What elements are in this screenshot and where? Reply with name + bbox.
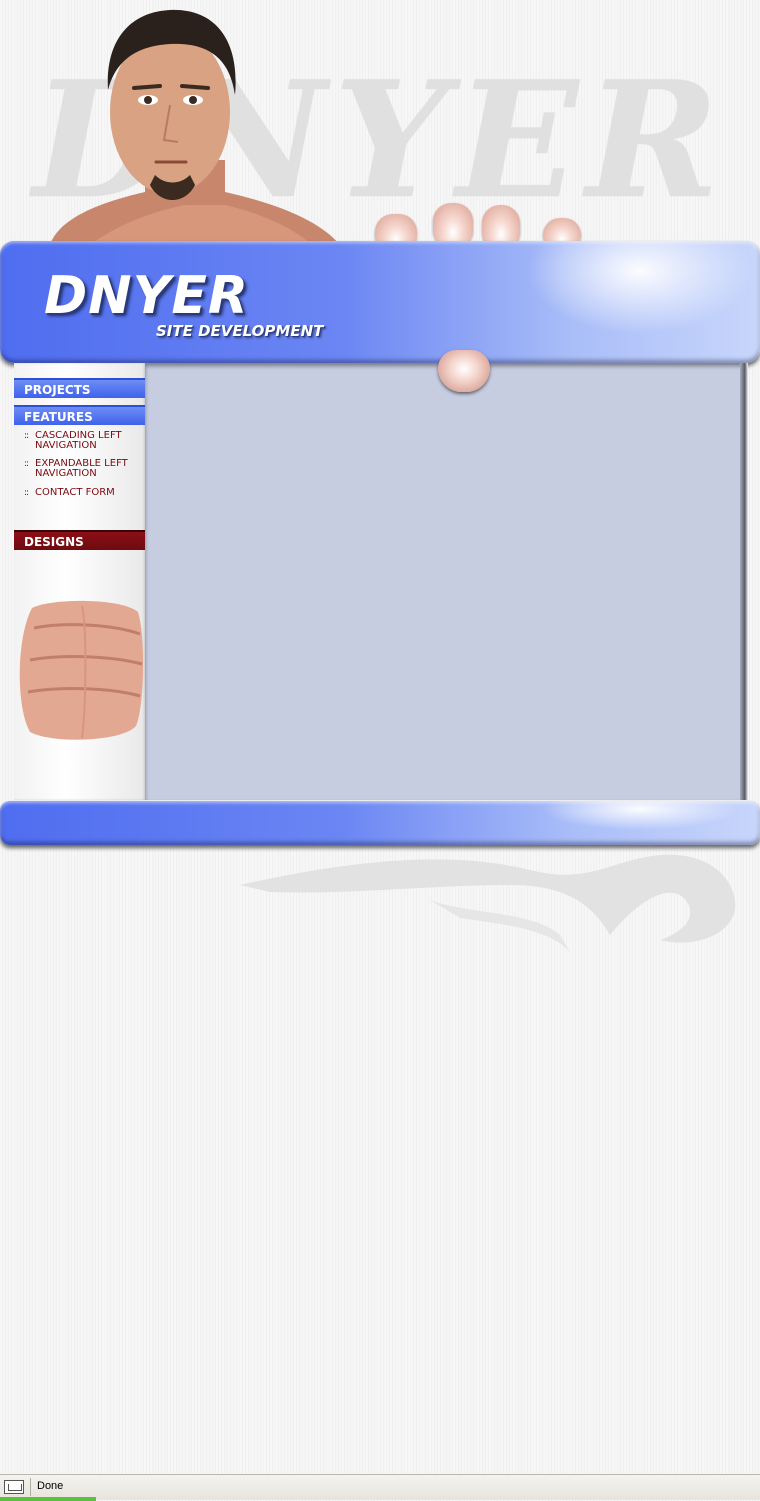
- bullet-icon: ::: [24, 488, 29, 498]
- decorative-swirl: [240, 854, 736, 952]
- nav-item-expandable-left-navigation[interactable]: :: EXPANDABLE LEFT NAVIGATION: [24, 459, 144, 479]
- brand-title: DNYER: [44, 266, 249, 326]
- thumb: [438, 350, 490, 392]
- browser-status-bar: Done: [0, 1474, 760, 1501]
- content-right-edge: [740, 363, 748, 800]
- nav-item-cascading-left-navigation[interactable]: :: CASCADING LEFT NAVIGATION: [24, 431, 144, 451]
- nav-item-label: CASCADING LEFT NAVIGATION: [35, 430, 122, 451]
- nav-features[interactable]: FEATURES: [14, 405, 145, 425]
- nav-designs[interactable]: DESIGNS: [14, 530, 145, 550]
- nav-item-label: CONTACT FORM: [35, 487, 115, 498]
- nav-projects[interactable]: PROJECTS: [14, 378, 145, 398]
- bullet-icon: ::: [24, 459, 29, 469]
- hand-photo: [19, 600, 144, 740]
- status-separator: [30, 1478, 31, 1496]
- page-icon: [4, 1480, 24, 1494]
- finger-2: [433, 203, 473, 245]
- main-content-area: [145, 363, 745, 800]
- nav-item-contact-form[interactable]: :: CONTACT FORM: [24, 487, 144, 499]
- brand-subtitle: SITE DEVELOPMENT: [156, 322, 324, 340]
- status-progress-bar: [0, 1497, 96, 1501]
- footer-bar: [0, 801, 760, 845]
- bullet-icon: ::: [24, 431, 29, 441]
- nav-item-label: EXPANDABLE LEFT NAVIGATION: [35, 458, 128, 479]
- status-text: Done: [37, 1480, 64, 1492]
- person-photo: [50, 9, 340, 245]
